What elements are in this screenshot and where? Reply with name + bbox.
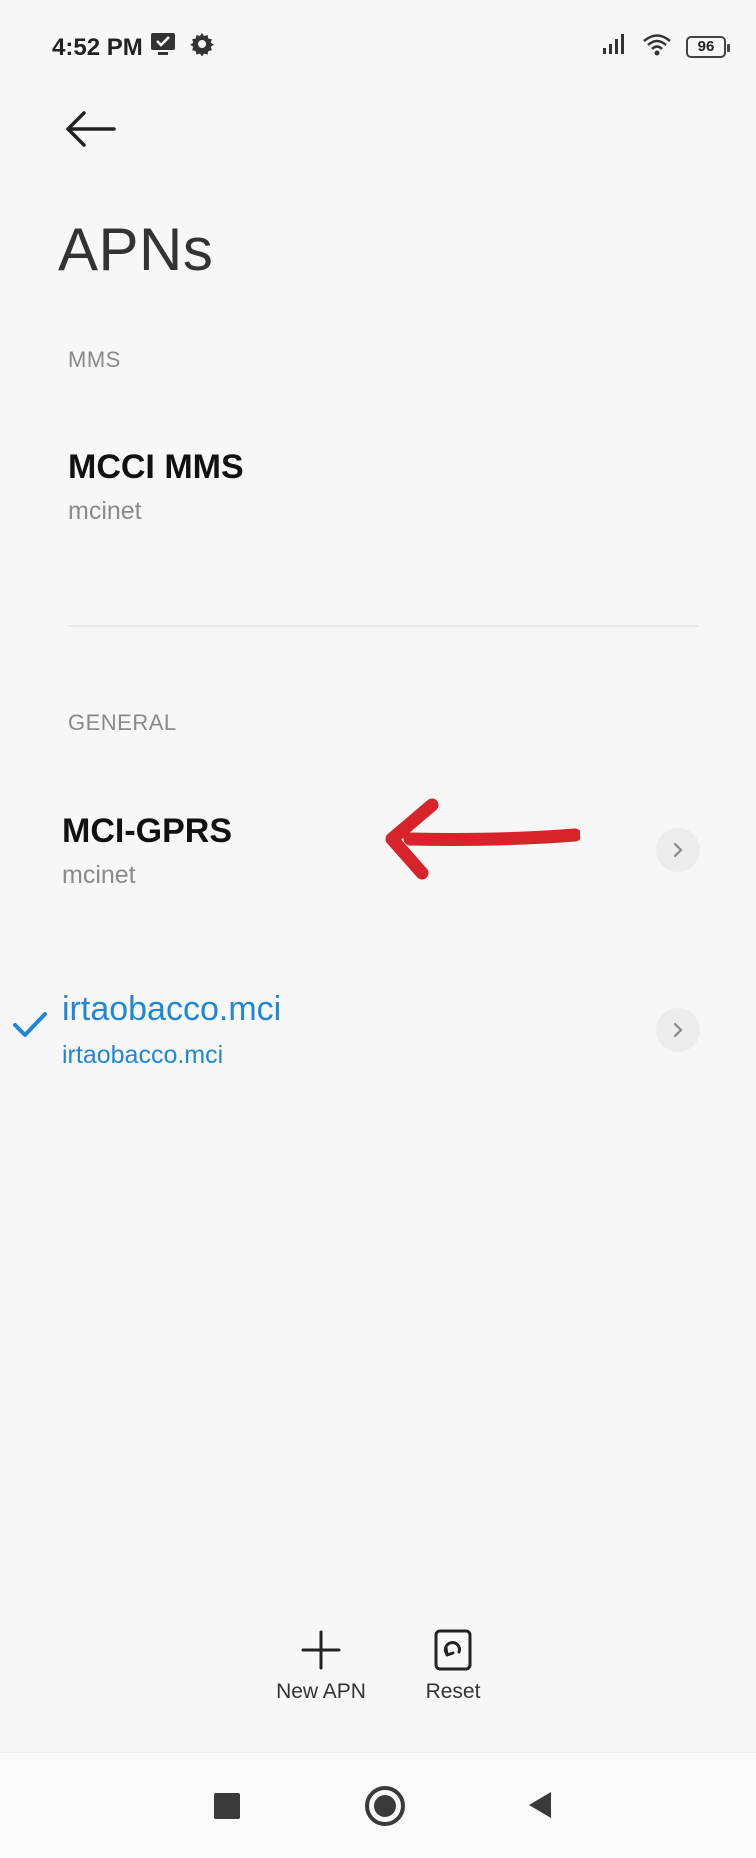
apn-details-button[interactable] <box>656 1008 700 1052</box>
divider <box>68 625 698 627</box>
reset-label: Reset <box>425 1680 481 1703</box>
plus-icon <box>301 1630 341 1670</box>
page-title: APNs <box>58 216 214 283</box>
back-button[interactable] <box>62 104 122 154</box>
annotation-arrow <box>380 795 582 890</box>
signal-icon <box>602 33 628 60</box>
recents-button[interactable] <box>214 1793 240 1819</box>
reset-button[interactable]: Reset <box>408 1628 498 1704</box>
status-icons-left <box>150 32 214 61</box>
home-icon <box>374 1795 396 1817</box>
settings-gear-icon <box>190 32 214 61</box>
navigation-bar <box>0 1752 756 1858</box>
home-button[interactable] <box>365 1786 405 1826</box>
status-icons-right: 96 <box>602 32 730 61</box>
new-apn-button[interactable]: New APN <box>266 1628 376 1704</box>
apn-value: mcinet <box>68 497 142 525</box>
wifi-icon <box>642 32 672 61</box>
apn-item-irtaobacco[interactable]: irtaobacco.mci irtaobacco.mci <box>62 990 662 1070</box>
apn-item-mcci-mms[interactable]: MCCI MMS mcinet <box>68 448 708 526</box>
triangle-back-icon <box>529 1792 551 1818</box>
chevron-right-icon <box>673 1022 683 1038</box>
apn-value: irtaobacco.mci <box>62 1041 224 1069</box>
back-nav-button[interactable] <box>525 1789 553 1826</box>
reset-icon <box>434 1629 472 1671</box>
apn-name: irtaobacco.mci <box>62 990 282 1028</box>
screen-cast-icon <box>150 32 176 61</box>
apn-details-button[interactable] <box>656 828 700 872</box>
checkmark-icon <box>12 1010 48 1045</box>
section-label-mms: MMS <box>68 347 121 372</box>
new-apn-label: New APN <box>276 1680 366 1703</box>
apn-name: MCCI MMS <box>68 448 244 486</box>
section-label-general: GENERAL <box>68 710 177 735</box>
battery-icon: 96 <box>686 35 730 58</box>
status-time: 4:52 PM <box>52 34 143 61</box>
arrow-left-icon <box>66 111 116 147</box>
chevron-right-icon <box>673 842 683 858</box>
